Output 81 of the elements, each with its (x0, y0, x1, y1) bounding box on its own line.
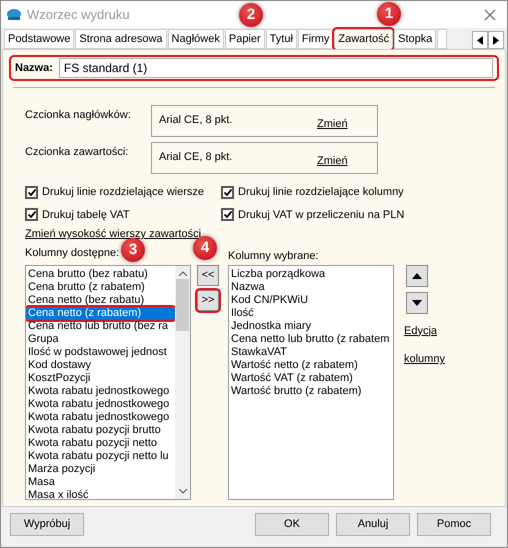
scroll-down-icon (178, 489, 186, 494)
list-item[interactable]: Wartość VAT (z rabatem) (229, 372, 393, 385)
check-icon (28, 188, 36, 196)
tab-scroll-left-button[interactable] (472, 31, 488, 49)
list-item[interactable]: Cena netto (z rabatem) (26, 307, 175, 320)
list-item[interactable]: Grupa (26, 333, 175, 346)
scroll-up-icon (178, 271, 186, 276)
list-item[interactable]: Kwota rabatu pozycji netto lu (26, 450, 175, 463)
check-icon (224, 188, 232, 196)
move-up-button[interactable] (406, 264, 428, 286)
checkbox-label: Drukuj linie rozdzielające kolumny (238, 185, 404, 200)
list-label: Kolumny dostępne: (25, 246, 120, 260)
checkbox[interactable] (221, 186, 234, 199)
tab[interactable]: Stopka (394, 29, 436, 49)
field-label: Nazwa: (15, 60, 53, 76)
checkbox[interactable] (25, 208, 38, 222)
list-item[interactable]: Kwota rabatu jednostkowego (26, 411, 175, 424)
list-item[interactable]: KosztPozycji (26, 372, 175, 385)
list-item[interactable]: Wartość netto (z rabatem) (229, 359, 393, 372)
list-item[interactable]: Cena netto lub brutto (z rabatem (229, 333, 393, 346)
tab[interactable]: Strona adresowa (75, 29, 167, 49)
checkbox-label: Drukuj VAT w przeliczeniu na PLN (238, 208, 404, 222)
tab[interactable]: Nagłówek (168, 29, 224, 49)
app-logo-icon (6, 8, 22, 22)
change-link[interactable]: Zmień (317, 153, 348, 170)
checkbox-label: Drukuj tabelę VAT (42, 208, 130, 222)
check-icon (224, 211, 232, 218)
list-item[interactable]: Kwota rabatu pozycji netto (26, 437, 175, 450)
left-triangle-icon (477, 36, 483, 44)
list-item[interactable]: Cena netto (bez rabatu) (26, 294, 175, 307)
edit-column-link[interactable]: kolumny (404, 351, 445, 368)
list-item[interactable]: Kod dostawy (26, 359, 175, 372)
tab[interactable]: Zawartość (334, 29, 394, 49)
list-item[interactable]: Kod CN/PKWiU (229, 294, 393, 307)
list-item[interactable]: Wartość brutto (z rabatem) (229, 385, 393, 398)
list-item[interactable]: Ilość w podstawowej jednost (26, 346, 175, 359)
list-item[interactable]: Ilość (229, 307, 393, 320)
list-item[interactable]: Kwota rabatu pozycji brutto (26, 424, 175, 437)
try-button[interactable]: Wypróbuj (10, 513, 84, 536)
dialog-button[interactable]: OK (255, 513, 329, 536)
tab[interactable]: Tytuł (266, 29, 297, 49)
checkbox-label: Drukuj linie rozdzielające wiersze (42, 185, 204, 200)
list-item[interactable]: Liczba porządkowa (229, 268, 393, 281)
up-triangle-icon (412, 272, 422, 278)
list-label: Kolumny wybrane: (228, 248, 320, 264)
down-triangle-icon (412, 300, 422, 306)
tab[interactable]: Papier (224, 29, 265, 49)
right-triangle-icon (493, 36, 499, 44)
dialog-button[interactable]: Pomoc (417, 513, 491, 536)
tab[interactable]: Podstawowe (4, 29, 74, 49)
edit-column-link[interactable]: Edycja (404, 322, 445, 339)
list-item[interactable]: Cena brutto (z rabatem) (26, 281, 175, 294)
scrollbar[interactable] (175, 266, 190, 499)
scroll-thumb[interactable] (176, 279, 189, 331)
close-icon[interactable] (484, 8, 496, 20)
dialog-button[interactable]: Anuluj (336, 513, 410, 536)
list-item[interactable]: Kwota rabatu jednostkowego (26, 398, 175, 411)
font-value: Arial CE, 8 pkt. (159, 113, 234, 128)
move-button[interactable]: << (197, 264, 219, 286)
font-label: Czcionka nagłówków: (25, 108, 132, 123)
check-icon (28, 211, 36, 218)
list-item[interactable]: Cena brutto (bez rabatu) (26, 268, 175, 281)
tab[interactable]: Firmy (298, 29, 334, 49)
checkbox[interactable] (25, 186, 38, 199)
list-item[interactable]: StawkaVAT (229, 346, 393, 359)
list-item[interactable]: Nazwa (229, 281, 393, 294)
window-title: Wzorzec wydruku (27, 6, 130, 24)
list-item[interactable]: Cena netto lub brutto (bez ra (26, 320, 175, 333)
move-down-button[interactable] (406, 292, 428, 314)
move-button[interactable]: >> (197, 290, 219, 310)
list-item[interactable]: Masa x ilość (26, 489, 175, 499)
list-item[interactable]: Jednostka miary (229, 320, 393, 333)
list-item[interactable]: Masa (26, 476, 175, 489)
change-link[interactable]: Zmień (317, 116, 348, 132)
tab-scroll-right-button[interactable] (488, 31, 504, 49)
checkbox[interactable] (221, 208, 234, 222)
font-value: Arial CE, 8 pkt. (159, 150, 234, 165)
list-item[interactable]: Marża pozycji (26, 463, 175, 476)
list-item[interactable]: Kwota rabatu jednostkowego (26, 385, 175, 398)
name-field[interactable]: FS standard (1) (58, 58, 493, 78)
font-label: Czcionka zawartości: (25, 145, 130, 160)
